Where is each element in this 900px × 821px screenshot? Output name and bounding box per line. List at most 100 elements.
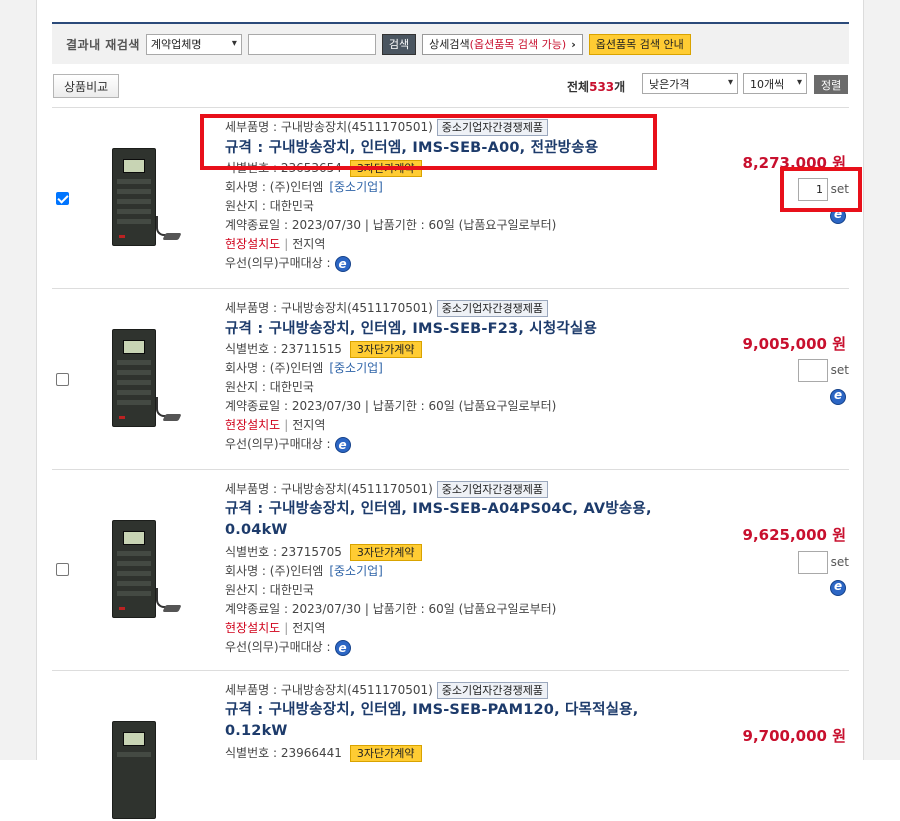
sme-tag: 중소기업자간경쟁제품 <box>436 119 548 136</box>
cabinet-screen <box>123 732 145 746</box>
purchase-icon[interactable] <box>830 388 847 406</box>
id-text: 식별번호 : 23653654 <box>225 161 342 175</box>
per-page-select[interactable]: 10개씩 ▾ <box>743 73 807 94</box>
region-text: 전지역 <box>292 418 326 432</box>
company-sme-link[interactable]: [중소기업] <box>329 178 383 197</box>
contract-tag: 3자단가계약 <box>349 341 422 358</box>
priority-e-icon[interactable] <box>334 436 351 455</box>
separator: | <box>284 621 289 635</box>
cabinet-rack <box>117 561 151 566</box>
purchase-icon[interactable] <box>830 207 847 225</box>
total-number: 533 <box>589 80 615 94</box>
compare-products-button[interactable]: 상품비교 <box>53 74 120 98</box>
company-text: 회사명 : (주)인터엠 <box>225 361 324 375</box>
unit-label: set <box>830 555 849 569</box>
priority-e-icon[interactable] <box>334 639 351 658</box>
cabinet-rack <box>117 179 151 184</box>
search-button[interactable]: 검색 <box>381 33 417 55</box>
cabinet-led <box>119 607 125 610</box>
cabinet-rack <box>117 360 151 365</box>
cabinet-rack <box>117 380 151 385</box>
region-text: 전지역 <box>292 237 326 251</box>
category-row: 세부품명 : 구내방송장치(4511170501) 중소기업자간경쟁제품 <box>225 299 705 318</box>
purchase-icon[interactable] <box>830 579 847 597</box>
quantity-input[interactable] <box>798 359 828 382</box>
sme-tag: 중소기업자간경쟁제품 <box>436 682 548 699</box>
cabinet-shape <box>112 520 156 618</box>
cabinet-rack <box>117 370 151 375</box>
priority-e-icon[interactable] <box>334 255 351 274</box>
product-image[interactable] <box>112 148 184 248</box>
cabinet-screen <box>123 531 145 545</box>
id-row: 식별번호 : 23966441 3자단가계약 <box>225 744 705 763</box>
search-field-select[interactable]: 계약업체명 ▾ <box>145 33 242 55</box>
category-row: 세부품명 : 구내방송장치(4511170501) 중소기업자간경쟁제품 <box>225 480 705 499</box>
e-icon <box>830 207 846 224</box>
option-guide-button[interactable]: 옵션품목 검색 안내 <box>588 33 691 55</box>
chevron-down-icon: ▾ <box>231 37 237 49</box>
contract-tag: 3자단가계약 <box>349 544 422 561</box>
quantity-input[interactable] <box>798 551 828 574</box>
id-row: 식별번호 : 23653654 3자단가계약 <box>225 159 705 178</box>
install-row: 현장설치도 | 전지역 <box>225 416 705 435</box>
id-row: 식별번호 : 23711515 3자단가계약 <box>225 340 705 359</box>
product-spec[interactable]: 규격 : 구내방송장치, 인터엠, IMS-SEB-A04PS04C, AV방송… <box>225 499 705 543</box>
product-info: 세부품명 : 구내방송장치(4511170501) 중소기업자간경쟁제품 규격 :… <box>225 118 705 274</box>
cabinet-rack <box>117 591 151 596</box>
search-input[interactable] <box>247 33 376 55</box>
cabinet-rack <box>117 581 151 586</box>
category-row: 세부품명 : 구내방송장치(4511170501) 중소기업자간경쟁제품 <box>225 681 705 700</box>
contract-dates-row: 계약종료일 : 2023/07/30 | 납품기한 : 60일 (납품요구일로부… <box>225 399 557 413</box>
unit-label: set <box>830 363 849 377</box>
install-row: 현장설치도 | 전지역 <box>225 235 705 254</box>
id-text: 식별번호 : 23966441 <box>225 746 342 760</box>
refine-search-bar: 결과내 재검색 계약업체명 ▾ 검색 상세검색 (옵션품목 검색 가능) › 옵… <box>52 24 849 64</box>
install-link[interactable]: 현장설치도 <box>225 619 280 638</box>
product-image[interactable] <box>112 721 184 821</box>
cabinet-screen <box>123 340 145 354</box>
product-checkbox[interactable] <box>56 192 69 205</box>
id-text: 식별번호 : 23711515 <box>225 342 342 356</box>
category-text: 세부품명 : 구내방송장치(4511170501) <box>225 120 433 134</box>
company-row: 회사명 : (주)인터엠 [중소기업] <box>225 562 705 581</box>
product-item: 세부품명 : 구내방송장치(4511170501) 중소기업자간경쟁제품 규격 :… <box>52 289 849 470</box>
company-text: 회사명 : (주)인터엠 <box>225 180 324 194</box>
per-page-value: 10개씩 <box>750 77 785 91</box>
region-text: 전지역 <box>292 621 326 635</box>
product-image[interactable] <box>112 329 184 429</box>
product-info: 세부품명 : 구내방송장치(4511170501) 중소기업자간경쟁제품 규격 :… <box>225 681 705 763</box>
product-spec[interactable]: 규격 : 구내방송장치, 인터엠, IMS-SEB-F23, 시청각실용 <box>225 318 705 340</box>
company-sme-link[interactable]: [중소기업] <box>329 562 383 581</box>
install-link[interactable]: 현장설치도 <box>225 416 280 435</box>
search-field-value: 계약업체명 <box>150 38 202 51</box>
category-row: 세부품명 : 구내방송장치(4511170501) 중소기업자간경쟁제품 <box>225 118 705 137</box>
quantity-input[interactable]: 1 <box>798 178 828 201</box>
cabinet-screen <box>123 159 145 173</box>
microphone-base <box>162 605 182 612</box>
product-image[interactable] <box>112 520 184 620</box>
product-item: 세부품명 : 구내방송장치(4511170501) 중소기업자간경쟁제품 규격 :… <box>52 671 849 819</box>
product-spec[interactable]: 규격 : 구내방송장치, 인터엠, IMS-SEB-A00, 전관방송용 <box>225 137 705 159</box>
product-spec[interactable]: 규격 : 구내방송장치, 인터엠, IMS-SEB-PAM120, 다목적실용,… <box>225 700 705 744</box>
main-content: 결과내 재검색 계약업체명 ▾ 검색 상세검색 (옵션품목 검색 가능) › 옵… <box>36 0 864 819</box>
e-icon <box>830 388 846 405</box>
sort-order-select[interactable]: 낮은가격 ▾ <box>642 73 738 94</box>
product-info: 세부품명 : 구내방송장치(4511170501) 중소기업자간경쟁제품 규격 :… <box>225 480 705 658</box>
sort-button[interactable]: 정렬 <box>814 75 849 94</box>
detail-search-button[interactable]: 상세검색 (옵션품목 검색 가능) › <box>422 33 583 55</box>
sort-order-value: 낮은가격 <box>649 77 690 91</box>
product-checkbox[interactable] <box>56 373 69 386</box>
microphone-base <box>162 414 182 421</box>
company-sme-link[interactable]: [중소기업] <box>329 359 383 378</box>
cabinet-shape <box>112 148 156 246</box>
product-item: 세부품명 : 구내방송장치(4511170501) 중소기업자간경쟁제품 규격 :… <box>52 108 849 289</box>
e-icon <box>830 579 846 596</box>
product-checkbox[interactable] <box>56 563 69 576</box>
total-suffix: 개 <box>614 80 626 94</box>
cabinet-led <box>119 416 125 419</box>
priority-row: 우선(의무)구매대상 : <box>225 435 705 455</box>
category-text: 세부품명 : 구내방송장치(4511170501) <box>225 683 433 697</box>
cabinet-shape <box>112 721 156 819</box>
company-row: 회사명 : (주)인터엠 [중소기업] <box>225 178 705 197</box>
install-link[interactable]: 현장설치도 <box>225 235 280 254</box>
